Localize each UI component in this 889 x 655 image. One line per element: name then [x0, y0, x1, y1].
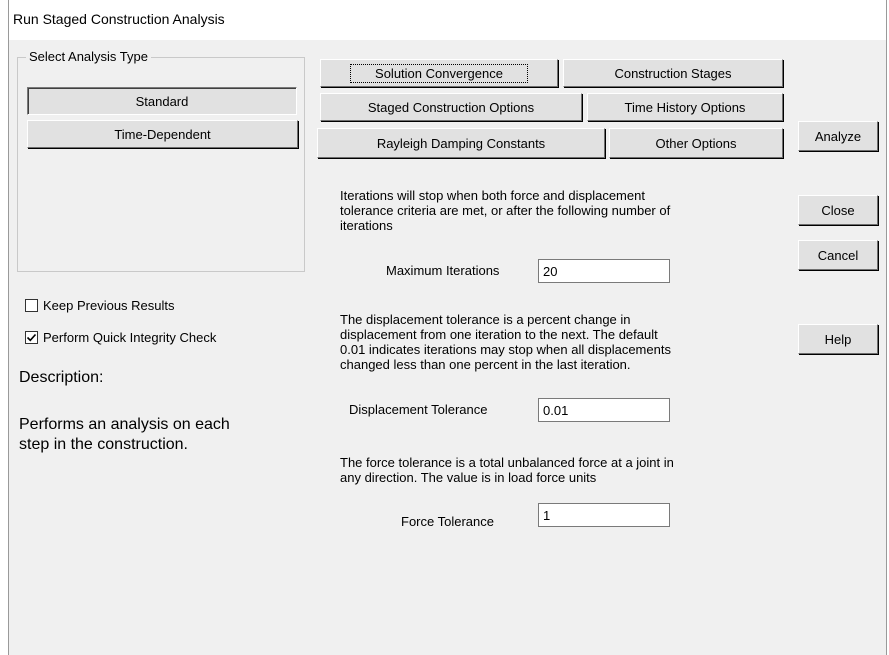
iterations-description-line-2: tolerance criteria are met, or after the… [340, 203, 671, 218]
help-button-label: Help [824, 331, 852, 347]
force-tolerance-input[interactable] [538, 503, 670, 527]
title-bar[interactable]: Run Staged Construction Analysis [9, 0, 886, 40]
standard-button[interactable]: Standard [27, 87, 297, 115]
force-description-line-1: The force tolerance is a total unbalance… [340, 455, 674, 470]
tab-rayleigh-damping-constants[interactable]: Rayleigh Damping Constants [317, 128, 605, 158]
maximum-iterations-label: Maximum Iterations [386, 263, 500, 278]
displacement-description: The displacement tolerance is a percent … [340, 312, 740, 372]
displacement-description-line-1: The displacement tolerance is a percent … [340, 312, 631, 327]
analysis-type-group-label: Select Analysis Type [26, 49, 151, 64]
tab-time-history-options-label: Time History Options [624, 99, 746, 115]
tab-staged-construction-options[interactable]: Staged Construction Options [320, 93, 582, 121]
quick-integrity-check-label: Perform Quick Integrity Check [43, 330, 217, 345]
keep-previous-results-label: Keep Previous Results [43, 298, 175, 313]
time-dependent-button-label: Time-Dependent [114, 126, 211, 142]
force-description: The force tolerance is a total unbalance… [340, 455, 740, 485]
keep-previous-results-box[interactable] [25, 299, 38, 312]
tab-time-history-options[interactable]: Time History Options [587, 93, 783, 121]
tab-rayleigh-damping-constants-label: Rayleigh Damping Constants [376, 135, 546, 151]
description-heading: Description: [19, 369, 104, 386]
maximum-iterations-input[interactable] [538, 259, 670, 283]
close-button[interactable]: Close [798, 195, 878, 225]
iterations-description: Iterations will stop when both force and… [340, 188, 740, 233]
keep-previous-results-checkbox[interactable]: Keep Previous Results [25, 298, 175, 313]
description-line-2: step in the construction. [19, 436, 188, 453]
displacement-description-line-4: changed less than one percent in the las… [340, 357, 631, 372]
displacement-tolerance-input[interactable] [538, 398, 670, 422]
tab-other-options-label: Other Options [655, 135, 737, 151]
tab-construction-stages[interactable]: Construction Stages [563, 59, 783, 87]
force-tolerance-label: Force Tolerance [401, 514, 494, 529]
displacement-description-line-2: displacement from one iteration to the n… [340, 327, 658, 342]
cancel-button-label: Cancel [817, 247, 859, 263]
force-description-line-2: any direction. The value is in load forc… [340, 470, 597, 485]
displacement-description-line-3: 0.01 indicates iterations may stop when … [340, 342, 671, 357]
iterations-description-line-3: iterations [340, 218, 393, 233]
tab-solution-convergence-label: Solution Convergence [350, 63, 528, 83]
checkmark-icon [26, 333, 37, 342]
close-button-label: Close [821, 202, 855, 218]
window-title: Run Staged Construction Analysis [13, 11, 225, 27]
tab-construction-stages-label: Construction Stages [614, 65, 732, 81]
dialog-window: Run Staged Construction Analysis Select … [8, 0, 887, 655]
analyze-button-label: Analyze [814, 128, 862, 144]
tab-other-options[interactable]: Other Options [609, 128, 783, 158]
iterations-description-line-1: Iterations will stop when both force and… [340, 188, 645, 203]
tab-staged-construction-options-label: Staged Construction Options [367, 99, 535, 115]
displacement-tolerance-label: Displacement Tolerance [349, 402, 488, 417]
cancel-button[interactable]: Cancel [798, 240, 878, 270]
help-button[interactable]: Help [798, 324, 878, 354]
quick-integrity-check-checkbox[interactable]: Perform Quick Integrity Check [25, 330, 216, 345]
quick-integrity-check-box[interactable] [25, 331, 38, 344]
analyze-button[interactable]: Analyze [798, 121, 878, 151]
description-line-1: Performs an analysis on each [19, 416, 230, 433]
standard-button-label: Standard [135, 93, 189, 109]
tab-solution-convergence[interactable]: Solution Convergence [320, 59, 558, 87]
time-dependent-button[interactable]: Time-Dependent [27, 120, 298, 148]
